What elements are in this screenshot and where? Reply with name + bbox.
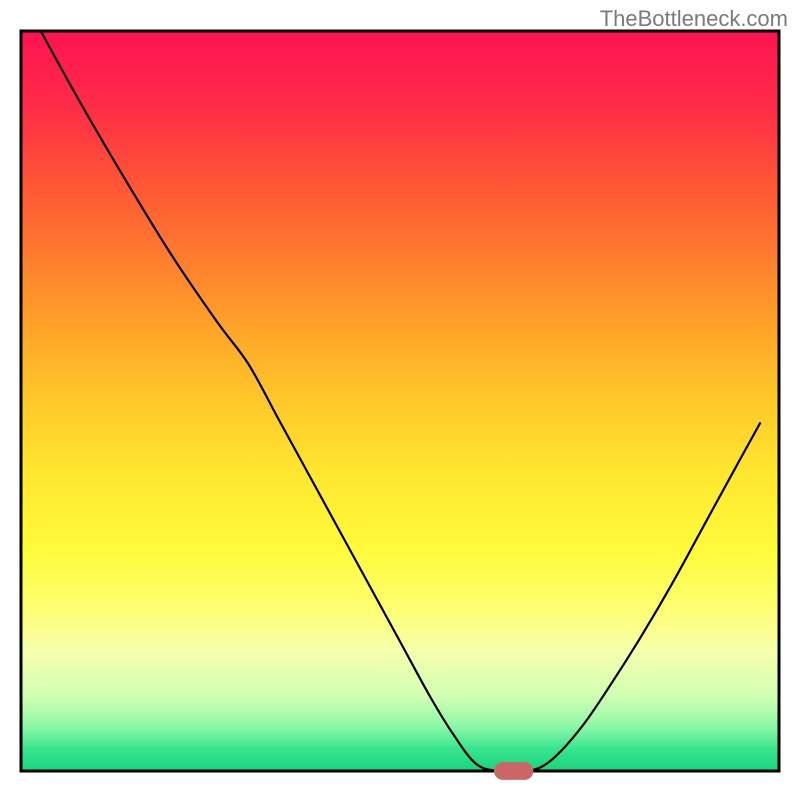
plot-area	[21, 31, 779, 780]
watermark-label: TheBottleneck.com	[600, 6, 788, 32]
optimal-marker	[494, 762, 533, 780]
chart-container: TheBottleneck.com	[0, 0, 800, 800]
chart-svg	[0, 0, 800, 800]
